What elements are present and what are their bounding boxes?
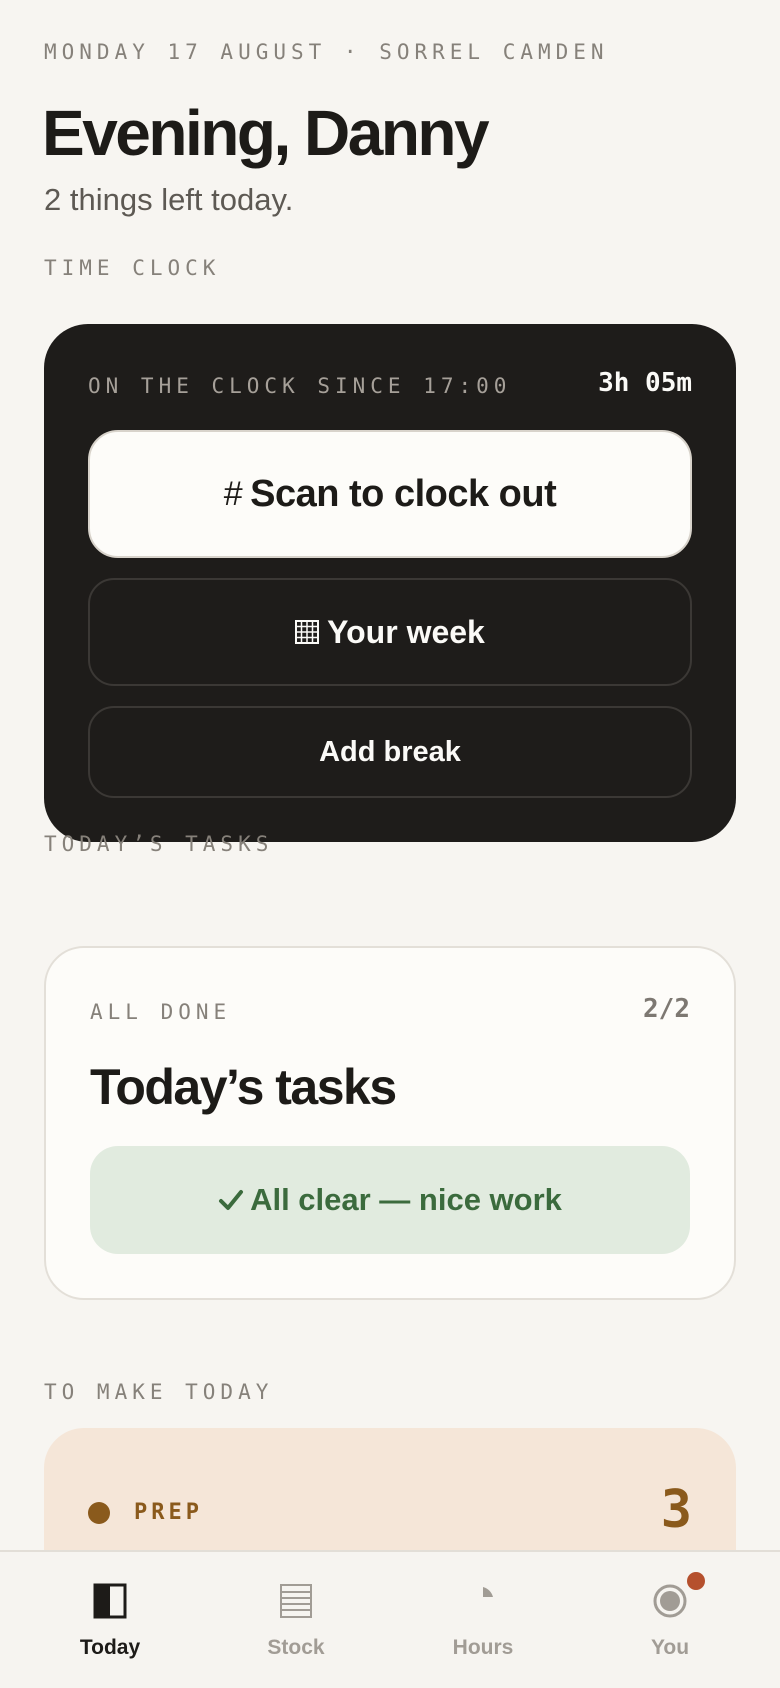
scan-clock-out-label: Scan to clock out bbox=[250, 472, 557, 515]
nav-label-stock: Stock bbox=[267, 1636, 325, 1659]
your-week-label: Your week bbox=[327, 613, 485, 650]
today-screen: MONDAY 17 AUGUST · SORREL CAMDEN Evening… bbox=[0, 0, 780, 1688]
today-icon bbox=[93, 1583, 127, 1619]
all-clear-text: All clear — nice work bbox=[250, 1182, 562, 1217]
profile-icon bbox=[653, 1584, 687, 1618]
nav-item-you[interactable]: You bbox=[595, 1552, 745, 1688]
tasks-section-label: TODAY’S TASKS bbox=[44, 832, 274, 856]
hash-icon: # bbox=[223, 474, 243, 513]
time-clock-card: ON THE CLOCK SINCE 17:00 3h 05m # Scan t… bbox=[44, 324, 736, 842]
tasks-card[interactable]: ALL DONE 2/2 Today’s tasks All clear — n… bbox=[44, 946, 736, 1300]
nav-item-hours[interactable]: Hours bbox=[408, 1552, 558, 1688]
clock-status: ON THE CLOCK SINCE 17:00 bbox=[88, 374, 512, 398]
prep-dot-icon bbox=[88, 1502, 110, 1524]
elapsed-time: 3h 05m bbox=[598, 368, 692, 398]
prep-count: 3 bbox=[660, 1480, 692, 1540]
nav-label-today: Today bbox=[79, 1636, 141, 1659]
dateline: MONDAY 17 AUGUST · SORREL CAMDEN bbox=[44, 40, 609, 64]
stock-icon bbox=[280, 1584, 312, 1618]
time-clock-section-label: TIME CLOCK bbox=[44, 256, 221, 280]
remaining-summary: 2 things left today. bbox=[44, 182, 294, 217]
bottom-nav: Today Stock Hours You bbox=[0, 1550, 780, 1688]
tasks-title: Today’s tasks bbox=[90, 1059, 397, 1115]
add-break-button[interactable]: Add break bbox=[88, 706, 692, 798]
tasks-status: ALL DONE bbox=[90, 1000, 232, 1024]
greeting-title: Evening, Danny bbox=[42, 97, 490, 169]
nav-label-hours: Hours bbox=[452, 1636, 514, 1659]
nav-item-stock[interactable]: Stock bbox=[221, 1552, 371, 1688]
add-break-label: Add break bbox=[319, 735, 461, 768]
nav-item-today[interactable]: Today bbox=[35, 1552, 185, 1688]
hours-icon bbox=[483, 1587, 493, 1597]
tasks-count: 2/2 bbox=[643, 994, 690, 1024]
scan-clock-out-button[interactable]: # Scan to clock out bbox=[88, 430, 692, 558]
prep-label: PREP bbox=[134, 1500, 203, 1525]
calendar-grid-icon bbox=[295, 620, 320, 644]
nav-label-you: You bbox=[650, 1636, 690, 1659]
all-clear-banner: All clear — nice work bbox=[90, 1146, 690, 1254]
notification-badge bbox=[687, 1572, 705, 1590]
to-make-section-label: TO MAKE TODAY bbox=[44, 1380, 274, 1404]
checkmark-icon bbox=[219, 1190, 244, 1210]
your-week-button[interactable]: Your week bbox=[88, 578, 692, 686]
